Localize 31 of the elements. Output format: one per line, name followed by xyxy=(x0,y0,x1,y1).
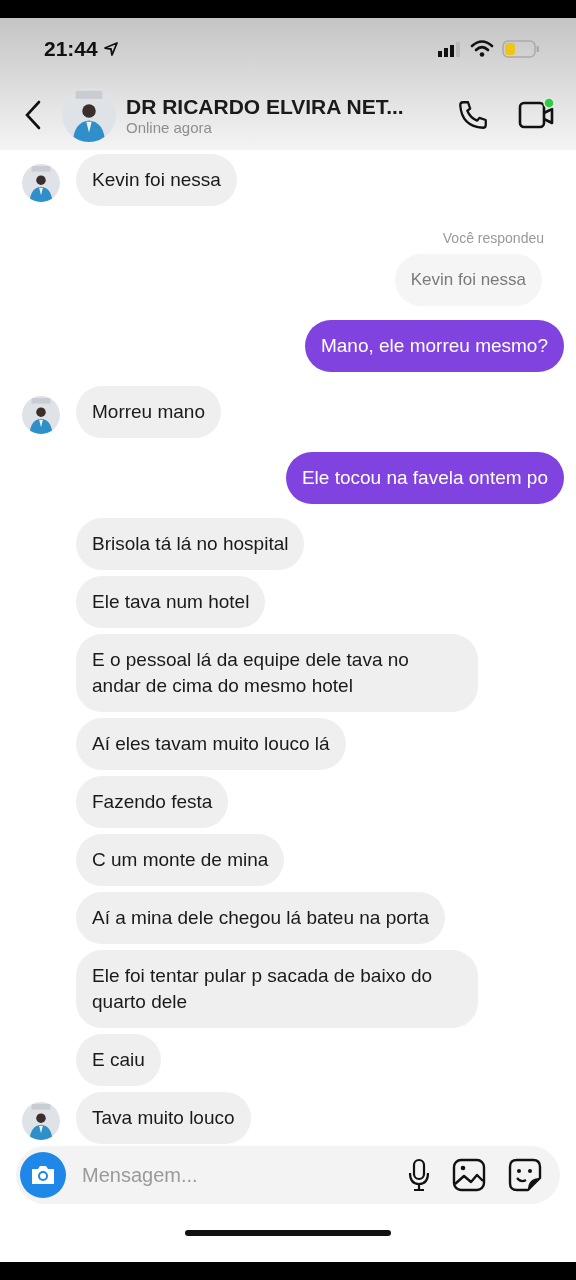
gallery-icon[interactable] xyxy=(452,1158,486,1192)
received-message-bubble: Tava muito louco xyxy=(76,1092,251,1144)
back-button[interactable] xyxy=(24,100,42,130)
contact-name: DR RICARDO ELVIRA NET... xyxy=(126,94,405,119)
received-message-bubble: Fazendo festa xyxy=(76,776,229,828)
sent-message-bubble: Ele tocou na favela ontem po xyxy=(285,452,564,504)
received-message-bubble: Brisola tá lá no hospital xyxy=(76,518,305,570)
received-message-bubble: Kevin foi nessa xyxy=(76,154,237,206)
quoted-message-bubble: Kevin foi nessa xyxy=(394,254,542,306)
reply-note: Você respondeu xyxy=(442,230,544,246)
microphone-icon[interactable] xyxy=(408,1158,430,1192)
received-message-bubble: E caiu xyxy=(76,1034,161,1086)
received-message-bubble: Ele foi tentar pular p sacada de baixo do quarto dele xyxy=(76,950,478,1028)
location-arrow-icon xyxy=(103,42,118,56)
received-message-bubble: Morreu mano xyxy=(76,386,221,438)
camera-icon xyxy=(29,1163,57,1187)
message-input[interactable]: Mensagem... xyxy=(80,1162,394,1188)
online-status: Online agora xyxy=(126,118,213,136)
received-message-bubble: Ele tava num hotel xyxy=(76,576,266,628)
received-message-bubble: Aí a mina dele chegou lá bateu na porta xyxy=(76,892,445,944)
status-time: 21:44 xyxy=(44,37,98,61)
wifi-icon xyxy=(470,40,494,58)
battery-icon xyxy=(502,40,540,58)
signal-icon xyxy=(438,41,462,57)
camera-button[interactable] xyxy=(20,1152,66,1198)
phone-icon[interactable] xyxy=(456,98,490,132)
received-message-bubble: C um monte de mina xyxy=(76,834,285,886)
received-message-bubble: E o pessoal lá da equipe dele tava no andar de cima do mesmo hotel xyxy=(76,634,478,712)
received-message-bubble: Aí eles tavam muito louco lá xyxy=(76,718,346,770)
sent-message-bubble: Mano, ele morreu mesmo? xyxy=(304,320,564,372)
sticker-icon[interactable] xyxy=(508,1158,542,1192)
